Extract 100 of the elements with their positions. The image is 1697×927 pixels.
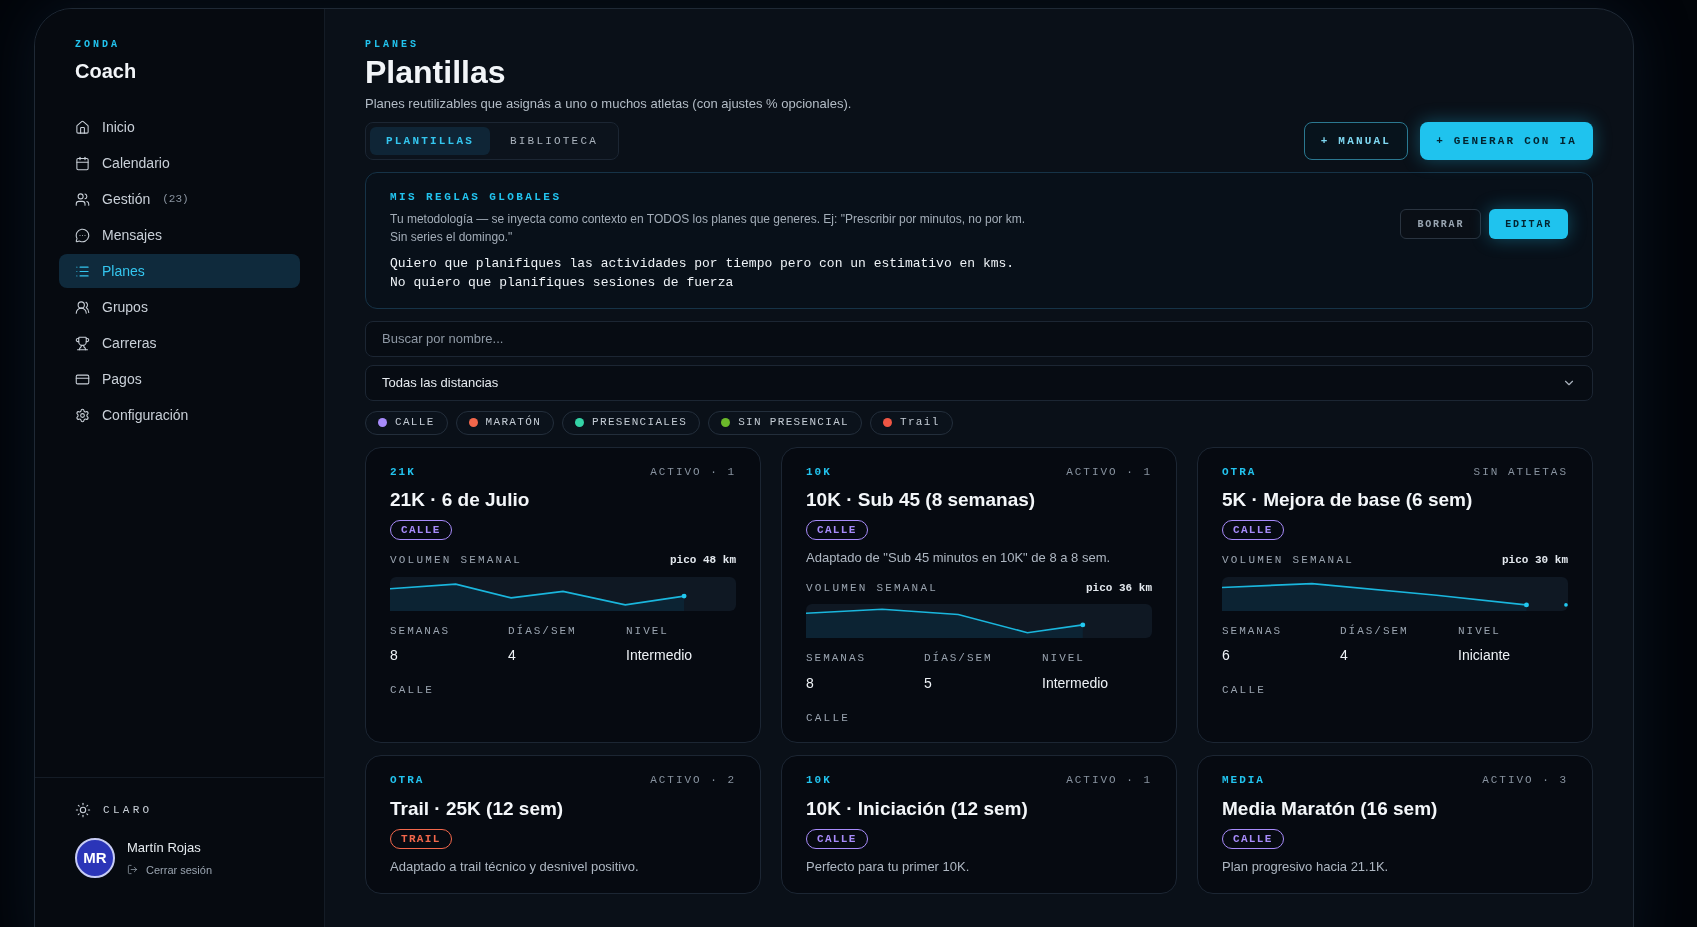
stat-value: 5 xyxy=(924,673,933,693)
plan-title: 5K · Mejora de base (6 sem) xyxy=(1222,488,1474,512)
nav-label: Mensajes xyxy=(102,225,162,245)
nav-label: Configuración xyxy=(102,405,189,425)
status-label: ACTIVO · 1 xyxy=(1066,773,1152,789)
nav-item[interactable]: Gestión (23) xyxy=(59,182,300,216)
nav-label: Planes xyxy=(102,261,145,281)
plan-card[interactable]: OTRA ACTIVO · 2 Trail · 25K (12 sem) TRAIL Adaptado a trail técnico y desnivel positivo. xyxy=(365,755,761,894)
plan-description: Adaptado de "Sub 45 minutos en 10K" de 8 a 8 sem. xyxy=(806,549,1112,568)
list-icon xyxy=(75,263,90,279)
filter-chip[interactable]: MARATÓN xyxy=(455,410,555,435)
brand-name: Coach xyxy=(75,59,138,84)
stat-value: 8 xyxy=(806,673,815,693)
stat-value: 4 xyxy=(508,646,517,666)
tab[interactable]: BIBLIOTECA xyxy=(494,126,615,155)
nav-label: Gestión xyxy=(102,189,151,209)
page-title: Plantillas xyxy=(365,53,507,92)
plan-card[interactable]: OTRA SIN ATLETAS 5K · Mejora de base (6 sem) CALLE VOLUMEN SEMANAL pico 30 km SEMANAS 6 DÍAS/SEM 4 NIVEL Iniciante CALLE xyxy=(1197,446,1593,744)
rules-help: Tu metodología — se inyecta como contexto en TODOS los planes que generes. Ej: "Prescribir por minutos, no por km. Sin series el domingo." xyxy=(390,210,1026,246)
theme-toggle[interactable]: CLARO xyxy=(75,801,284,818)
rules-button[interactable]: EDITAR xyxy=(1489,209,1568,239)
peak-label: pico 48 km xyxy=(670,553,736,569)
nav-item[interactable]: Inicio xyxy=(59,110,300,144)
footer-label: CALLE xyxy=(806,710,851,726)
people-icon xyxy=(75,191,90,207)
rules-text: Quiero que planifiques las actividades por tiempo pero con un estimativo en kms. No quiero que planifiques sesiones de fuerza xyxy=(390,254,1016,292)
stat-value: 6 xyxy=(1222,646,1231,666)
peak-label: pico 36 km xyxy=(1086,580,1152,596)
nav-count: (23) xyxy=(162,191,189,207)
status-label: ACTIVO · 1 xyxy=(1066,464,1152,480)
plan-title: 10K · Iniciación (12 sem) xyxy=(806,796,1029,821)
chat-bubble-icon xyxy=(75,227,90,243)
plan-description: Adaptado a trail técnico y desnivel positivo. xyxy=(390,858,640,876)
filter-chip[interactable]: SIN PRESENCIAL xyxy=(708,410,863,435)
stat-value: 8 xyxy=(390,646,399,666)
tab[interactable]: PLANTILLAS xyxy=(370,126,490,155)
filter-chip[interactable]: Trail xyxy=(870,410,953,435)
plan-title: 10K · Sub 45 (8 semanas) xyxy=(806,488,1037,512)
logout-link[interactable]: Cerrar sesión xyxy=(127,861,213,878)
action-button[interactable]: + MANUAL xyxy=(1303,122,1409,160)
stat-value: Intermedio xyxy=(626,646,694,666)
section-label: VOLUMEN SEMANAL xyxy=(806,580,939,596)
nav-item[interactable]: Mensajes xyxy=(59,218,300,252)
stat-label: DÍAS/SEM xyxy=(924,650,994,667)
nav-label: Calendario xyxy=(102,153,170,173)
plan-title: Media Maratón (16 sem) xyxy=(1222,796,1439,821)
action-button[interactable]: + GENERAR CON IA xyxy=(1420,122,1593,160)
nav-item[interactable]: Calendario xyxy=(59,146,300,180)
plan-description: Perfecto para tu primer 10K. xyxy=(806,858,971,876)
stat-value: Iniciante xyxy=(1458,646,1512,666)
distance-select[interactable]: Todas las distancias xyxy=(365,364,1593,401)
footer-label: CALLE xyxy=(1222,683,1267,699)
rules-title: MIS REGLAS GLOBALES xyxy=(390,190,563,205)
category-label: 21K xyxy=(390,464,416,480)
rules-button[interactable]: BORRAR xyxy=(1400,209,1482,239)
plan-card[interactable]: 21K ACTIVO · 1 21K · 6 de Julio CALLE VOLUMEN SEMANAL pico 48 km SEMANAS 8 DÍAS/SEM 4 NIVEL Intermedio CALLE xyxy=(365,446,761,744)
filter-chip[interactable]: CALLE xyxy=(365,410,448,435)
status-label: ACTIVO · 3 xyxy=(1482,773,1568,789)
sun-icon xyxy=(75,801,91,818)
status-label: ACTIVO · 2 xyxy=(650,773,736,789)
stat-label: SEMANAS xyxy=(1222,623,1284,639)
status-label: ACTIVO · 1 xyxy=(650,464,736,480)
page-subtitle: Planes reutilizables que asignás a uno o muchos atletas (con ajustes % opcionales). xyxy=(365,95,853,113)
home-icon xyxy=(75,119,90,135)
calendar-icon xyxy=(75,155,90,171)
status-label: SIN ATLETAS xyxy=(1473,464,1568,480)
nav-label: Pagos xyxy=(102,369,142,389)
category-label: OTRA xyxy=(1222,464,1257,480)
nav-label: Grupos xyxy=(102,297,148,317)
plan-card[interactable]: 10K ACTIVO · 1 10K · Iniciación (12 sem) CALLE Perfecto para tu primer 10K. xyxy=(781,755,1177,894)
search-field[interactable]: Buscar por nombre... xyxy=(365,320,1593,357)
stat-label: NIVEL xyxy=(1042,651,1086,667)
section-label: VOLUMEN SEMANAL xyxy=(390,553,523,569)
plan-title: Trail · 25K (12 sem) xyxy=(390,796,565,821)
settings-icon xyxy=(75,407,90,423)
nav-item[interactable]: Grupos xyxy=(59,290,300,324)
filter-chip[interactable]: PRESENCIALES xyxy=(562,410,701,435)
nav-label: Carreras xyxy=(102,333,157,353)
nav-item[interactable]: Carreras xyxy=(59,326,300,360)
logout-icon xyxy=(127,864,138,876)
stat-label: DÍAS/SEM xyxy=(1340,623,1410,639)
nav-item[interactable]: Configuración xyxy=(59,398,300,432)
avatar: MR xyxy=(75,838,115,878)
card-icon xyxy=(75,371,90,387)
stat-value: 4 xyxy=(1340,646,1349,666)
category-label: MEDIA xyxy=(1222,773,1265,789)
plan-description: Plan progresivo hacia 21.1K. xyxy=(1222,858,1390,876)
nav-item[interactable]: Pagos xyxy=(59,362,300,396)
category-label: 10K xyxy=(806,464,832,480)
section-label: VOLUMEN SEMANAL xyxy=(1222,553,1355,569)
peak-label: pico 30 km xyxy=(1502,553,1568,569)
stat-value: Intermedio xyxy=(1042,673,1110,693)
people-icon xyxy=(75,299,90,315)
trophy-icon xyxy=(75,335,90,351)
brand-kicker: ZONDA xyxy=(75,38,121,52)
plan-card[interactable]: 10K ACTIVO · 1 10K · Sub 45 (8 semanas) CALLE Adaptado de "Sub 45 minutos en 10K" de 8 a 8 sem. VOLUMEN SEMANAL pico 36 km SEMANAS 8 DÍAS/SEM 5 NIVEL Intermedio CALLE xyxy=(781,446,1177,744)
nav-item[interactable]: Planes xyxy=(59,254,300,288)
stat-label: SEMANAS xyxy=(806,651,868,667)
plan-card[interactable]: MEDIA ACTIVO · 3 Media Maratón (16 sem) CALLE Plan progresivo hacia 21.1K. xyxy=(1197,755,1593,894)
user-name: Martín Rojas xyxy=(127,839,202,857)
